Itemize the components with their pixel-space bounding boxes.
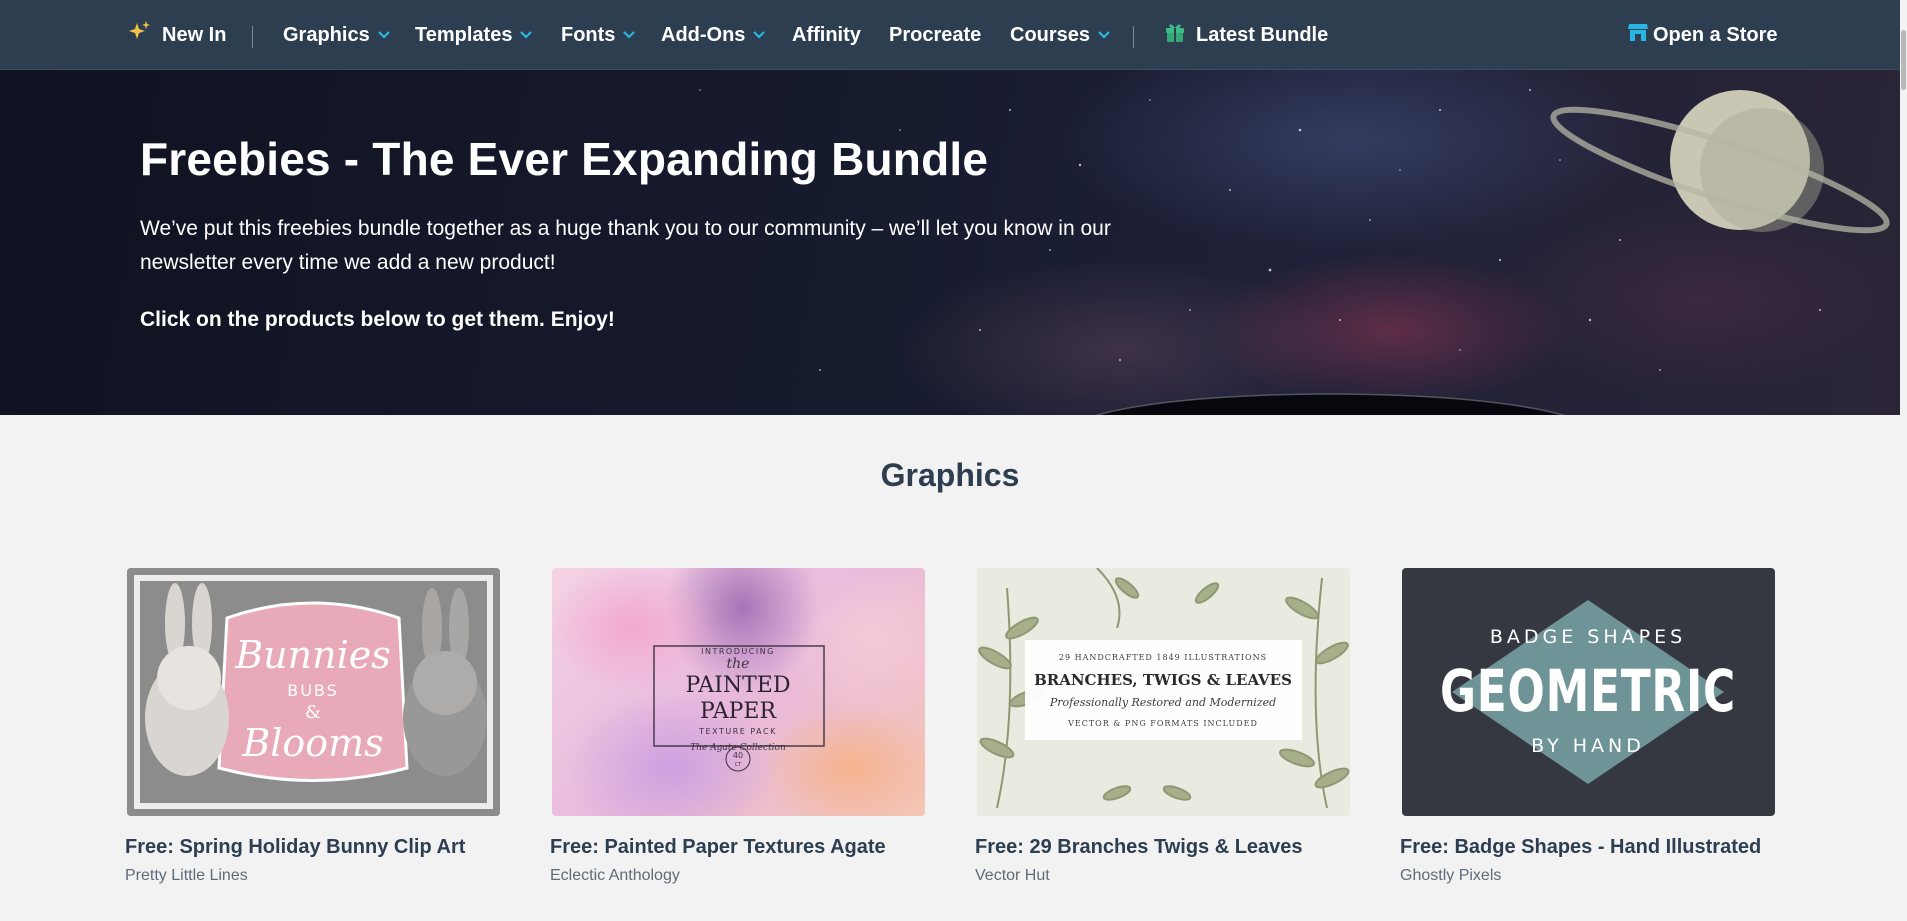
nav-procreate[interactable]: Procreate bbox=[889, 0, 981, 70]
chevron-down-icon bbox=[377, 31, 390, 39]
product-card: INTRODUCING the PAINTED PAPER TEXTURE PA… bbox=[550, 568, 925, 885]
chevron-down-icon bbox=[753, 31, 766, 39]
product-title[interactable]: Free: Badge Shapes - Hand Illustrated bbox=[1400, 836, 1775, 859]
hero-call-to-action: Click on the products below to get them.… bbox=[140, 308, 615, 331]
chevron-down-icon bbox=[623, 31, 636, 39]
nav-divider bbox=[252, 26, 253, 48]
nav-open-store[interactable]: Open a Store bbox=[1627, 0, 1777, 70]
product-thumbnail-badge-shapes[interactable]: BADGE SHAPES GEOMETRIC BY HAND bbox=[1402, 568, 1775, 816]
product-author[interactable]: Eclectic Anthology bbox=[550, 867, 925, 885]
product-author[interactable]: Ghostly Pixels bbox=[1400, 867, 1775, 885]
hero-banner: Freebies - The Ever Expanding Bundle We’… bbox=[0, 70, 1900, 415]
nav-templates-label: Templates bbox=[415, 23, 513, 46]
thumb-text: PAINTED bbox=[686, 673, 791, 698]
thumb-text: CT bbox=[735, 762, 742, 768]
thumb-text: Bunnies bbox=[234, 633, 391, 677]
product-author[interactable]: Vector Hut bbox=[975, 867, 1350, 885]
nav-graphics[interactable]: Graphics bbox=[283, 0, 390, 70]
nav-latest-bundle-label: Latest Bundle bbox=[1196, 23, 1329, 46]
thumb-text: 40 bbox=[733, 751, 743, 760]
nav-graphics-label: Graphics bbox=[283, 23, 370, 46]
product-thumbnail-branches-twigs-leaves[interactable]: 29 HANDCRAFTED 1849 ILLUSTRATIONS BRANCH… bbox=[977, 568, 1350, 816]
nav-affinity[interactable]: Affinity bbox=[792, 0, 861, 70]
chevron-down-icon bbox=[1098, 31, 1110, 39]
hero-description: We’ve put this freebies bundle together … bbox=[140, 217, 1111, 274]
thumb-text: & bbox=[305, 702, 321, 723]
nav-addons[interactable]: Add-Ons bbox=[661, 0, 766, 70]
nav-open-store-label: Open a Store bbox=[1653, 23, 1778, 46]
nav-fonts[interactable]: Fonts bbox=[561, 0, 636, 70]
product-card: BADGE SHAPES GEOMETRIC BY HAND Free: Bad… bbox=[1400, 568, 1775, 885]
gift-box-icon bbox=[1164, 21, 1186, 49]
thumb-text: Blooms bbox=[241, 721, 383, 765]
product-title[interactable]: Free: 29 Branches Twigs & Leaves bbox=[975, 836, 1350, 859]
chevron-down-icon bbox=[520, 31, 533, 39]
thumb-text: Professionally Restored and Modernized bbox=[1049, 696, 1276, 709]
product-title[interactable]: Free: Painted Paper Textures Agate bbox=[550, 836, 925, 859]
nav-addons-label: Add-Ons bbox=[661, 23, 746, 46]
thumb-text: PAPER bbox=[700, 699, 778, 724]
thumb-text: TEXTURE PACK bbox=[698, 727, 777, 736]
hero-title: Freebies - The Ever Expanding Bundle bbox=[140, 133, 989, 185]
store-icon bbox=[1627, 22, 1649, 48]
thumb-text: GEOMETRIC bbox=[1440, 657, 1736, 725]
thumb-text: VECTOR & PNG FORMATS INCLUDED bbox=[1067, 719, 1258, 728]
thumb-text: BY HAND bbox=[1531, 735, 1645, 757]
product-card: 29 HANDCRAFTED 1849 ILLUSTRATIONS BRANCH… bbox=[975, 568, 1350, 885]
nav-new-in[interactable]: New In bbox=[128, 0, 226, 70]
thumb-text: the bbox=[727, 656, 750, 672]
product-card: Bunnies BUBS & Blooms Free: Spring Holid… bbox=[125, 568, 500, 885]
nav-templates[interactable]: Templates bbox=[415, 0, 533, 70]
top-navigation: New In Graphics Templates Fonts Add-Ons … bbox=[0, 0, 1900, 70]
nav-courses[interactable]: Courses bbox=[1010, 0, 1110, 70]
product-thumbnail-bunny-clip-art[interactable]: Bunnies BUBS & Blooms bbox=[127, 568, 500, 816]
nav-fonts-label: Fonts bbox=[561, 23, 616, 46]
thumb-text: 29 HANDCRAFTED 1849 ILLUSTRATIONS bbox=[1059, 653, 1267, 662]
nav-divider bbox=[1133, 26, 1134, 48]
product-author[interactable]: Pretty Little Lines bbox=[125, 867, 500, 885]
thumb-text: INTRODUCING bbox=[701, 647, 775, 656]
nav-courses-label: Courses bbox=[1010, 23, 1091, 46]
thumb-text: BRANCHES, TWIGS & LEAVES bbox=[1034, 671, 1292, 689]
thumb-text: BADGE SHAPES bbox=[1490, 626, 1686, 648]
scrollbar-thumb[interactable] bbox=[1901, 30, 1906, 90]
nav-procreate-label: Procreate bbox=[889, 23, 982, 46]
thumb-text: BUBS bbox=[287, 681, 339, 700]
nav-latest-bundle[interactable]: Latest Bundle bbox=[1164, 0, 1328, 70]
nav-new-in-label: New In bbox=[162, 23, 227, 46]
page-scrollbar[interactable] bbox=[1900, 0, 1907, 921]
section-title-graphics: Graphics bbox=[880, 457, 1020, 493]
product-thumbnail-painted-paper[interactable]: INTRODUCING the PAINTED PAPER TEXTURE PA… bbox=[552, 568, 925, 816]
sparkle-icon bbox=[128, 20, 152, 50]
nav-affinity-label: Affinity bbox=[792, 23, 861, 46]
product-title[interactable]: Free: Spring Holiday Bunny Clip Art bbox=[125, 836, 500, 859]
